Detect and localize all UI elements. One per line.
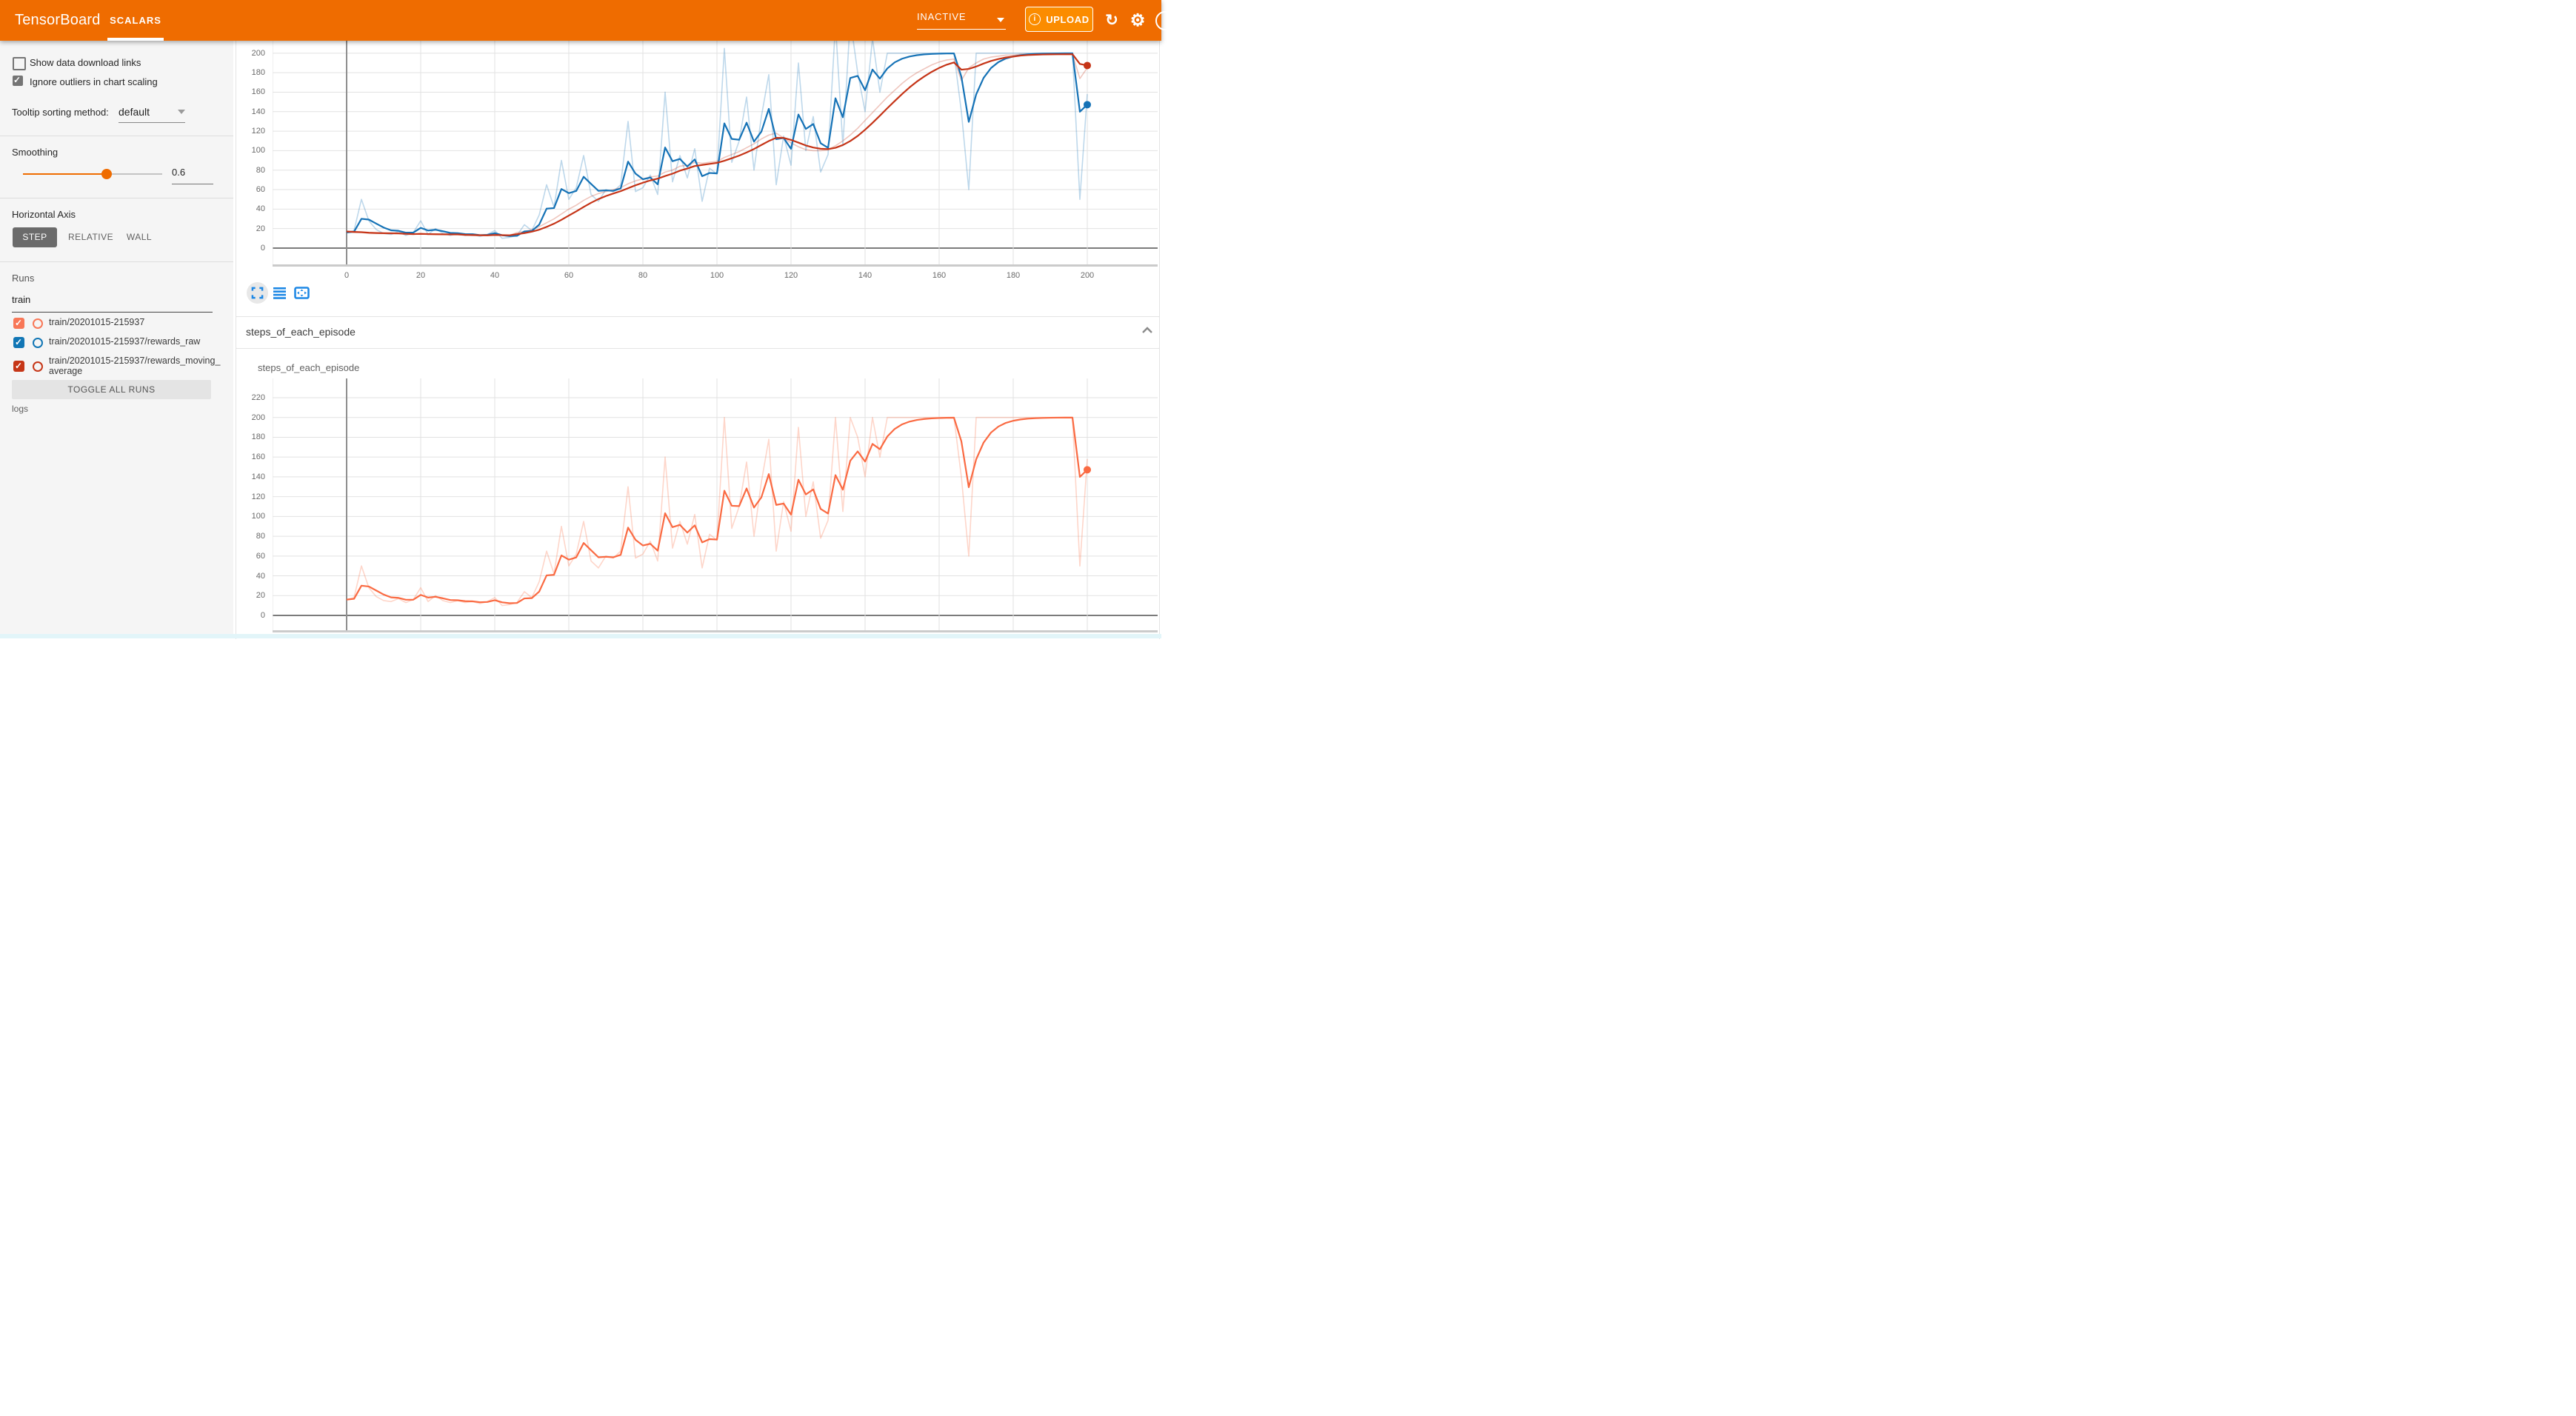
y-tick-label: 60 bbox=[240, 552, 265, 561]
ignore-outliers-checkbox[interactable]: ✓ bbox=[13, 76, 23, 86]
y-tick-label: 80 bbox=[240, 532, 265, 541]
axis-relative-button[interactable]: RELATIVE bbox=[68, 227, 108, 247]
smoothing-slider-thumb[interactable] bbox=[101, 169, 112, 179]
x-tick-label: 160 bbox=[932, 271, 946, 280]
run-checkbox[interactable]: ✓ bbox=[13, 361, 24, 372]
x-tick-label: 180 bbox=[1007, 271, 1020, 280]
chart-title: steps_of_each_episode bbox=[258, 362, 359, 373]
y-tick-label: 100 bbox=[240, 146, 265, 155]
ignore-outliers-label: Ignore outliers in chart scaling bbox=[30, 76, 158, 87]
y-tick-label: 180 bbox=[240, 68, 265, 77]
check-icon: ✓ bbox=[15, 318, 22, 328]
steps-chart-plot[interactable] bbox=[273, 378, 1158, 632]
upload-button[interactable]: i UPLOAD bbox=[1025, 7, 1093, 32]
y-tick-label: 20 bbox=[240, 591, 265, 600]
log-scale-icon[interactable] bbox=[273, 287, 286, 299]
y-tick-label: 160 bbox=[240, 452, 265, 461]
horizontal-scrollbar[interactable] bbox=[0, 634, 1161, 638]
show-download-links-label: Show data download links bbox=[30, 57, 141, 68]
x-tick-label: 200 bbox=[1081, 271, 1094, 280]
run-label: train/20201015-215937/rewards_moving_ave… bbox=[49, 356, 221, 376]
run-row: ✓ train/20201015-215937 bbox=[12, 317, 227, 332]
chevron-down-icon bbox=[178, 110, 185, 114]
status-dropdown-value: INACTIVE bbox=[917, 11, 966, 22]
y-tick-label: 40 bbox=[240, 204, 265, 213]
axis-wall-button[interactable]: WALL bbox=[124, 227, 154, 247]
chevron-down-icon bbox=[997, 18, 1004, 22]
tab-active-indicator bbox=[107, 38, 164, 41]
y-tick-label: 100 bbox=[240, 512, 265, 521]
y-tick-label: 0 bbox=[240, 244, 265, 253]
show-download-links-checkbox[interactable] bbox=[13, 57, 26, 70]
smoothing-value-input[interactable]: 0.6 bbox=[172, 167, 213, 184]
x-tick-label: 60 bbox=[564, 271, 573, 280]
check-icon: ✓ bbox=[15, 337, 22, 347]
y-tick-label: 120 bbox=[240, 127, 265, 136]
run-label: train/20201015-215937 bbox=[49, 318, 221, 328]
y-tick-label: 80 bbox=[240, 166, 265, 175]
run-color-ring bbox=[33, 338, 43, 348]
y-tick-label: 40 bbox=[240, 572, 265, 581]
x-tick-label: 100 bbox=[710, 271, 724, 280]
y-tick-label: 180 bbox=[240, 433, 265, 441]
chevron-up-icon[interactable] bbox=[1141, 327, 1153, 334]
tooltip-sorting-dropdown[interactable]: default bbox=[119, 106, 185, 123]
divider bbox=[0, 261, 233, 262]
runs-filter-input[interactable]: train bbox=[12, 294, 213, 313]
y-tick-label: 200 bbox=[240, 413, 265, 422]
x-tick-label: 120 bbox=[784, 271, 798, 280]
x-tick-label: 40 bbox=[490, 271, 499, 280]
settings-gear-icon[interactable]: ⚙ bbox=[1127, 0, 1149, 41]
info-icon: i bbox=[1029, 13, 1041, 25]
y-tick-label: 220 bbox=[240, 393, 265, 402]
refresh-icon[interactable]: ↻ bbox=[1101, 0, 1123, 41]
tab-scalars[interactable]: SCALARS bbox=[107, 0, 164, 41]
y-tick-label: 20 bbox=[240, 224, 265, 233]
y-tick-label: 120 bbox=[240, 492, 265, 501]
y-tick-label: 160 bbox=[240, 87, 265, 96]
axis-step-button[interactable]: STEP bbox=[13, 227, 57, 247]
y-tick-label: 140 bbox=[240, 107, 265, 116]
help-icon[interactable] bbox=[1155, 11, 1175, 30]
chart-toolbar bbox=[247, 282, 336, 304]
y-tick-label: 0 bbox=[240, 611, 265, 620]
run-label: train/20201015-215937/rewards_raw bbox=[49, 337, 221, 347]
app-header: TensorBoard SCALARS INACTIVE i UPLOAD ↻ … bbox=[0, 0, 1161, 41]
horizontal-axis-label: Horizontal Axis bbox=[12, 209, 76, 220]
section-title: steps_of_each_episode bbox=[246, 326, 356, 338]
y-tick-label: 200 bbox=[240, 49, 265, 58]
check-icon: ✓ bbox=[15, 361, 22, 371]
check-icon: ✓ bbox=[13, 75, 21, 85]
y-tick-label: 60 bbox=[240, 185, 265, 194]
run-row: ✓ train/20201015-215937/rewards_raw bbox=[12, 336, 227, 351]
run-color-ring bbox=[33, 361, 43, 372]
smoothing-slider[interactable] bbox=[23, 173, 162, 175]
fit-domain-icon[interactable] bbox=[294, 287, 310, 299]
y-tick-label: 140 bbox=[240, 472, 265, 481]
upload-button-label: UPLOAD bbox=[1046, 14, 1090, 25]
app-title: TensorBoard bbox=[15, 12, 101, 29]
run-row: ✓ train/20201015-215937/rewards_moving_a… bbox=[12, 355, 227, 380]
run-checkbox[interactable]: ✓ bbox=[13, 337, 24, 348]
rewards-chart-plot[interactable] bbox=[273, 41, 1158, 266]
status-dropdown[interactable]: INACTIVE bbox=[917, 11, 1006, 30]
x-tick-label: 80 bbox=[638, 271, 647, 280]
x-tick-label: 140 bbox=[858, 271, 872, 280]
run-checkbox[interactable]: ✓ bbox=[13, 318, 24, 329]
runs-label: Runs bbox=[12, 273, 34, 284]
tooltip-sorting-value: default bbox=[119, 106, 150, 118]
x-tick-label: 20 bbox=[416, 271, 425, 280]
x-tick-label: 0 bbox=[344, 271, 349, 280]
section-header-steps-of-each-episode[interactable]: steps_of_each_episode bbox=[236, 316, 1160, 349]
run-color-ring bbox=[33, 318, 43, 329]
logs-label: logs bbox=[12, 404, 28, 414]
expand-chart-icon[interactable] bbox=[247, 282, 268, 304]
tooltip-sorting-label: Tooltip sorting method: bbox=[12, 107, 109, 118]
toggle-all-runs-button[interactable]: TOGGLE ALL RUNS bbox=[12, 380, 211, 399]
smoothing-label: Smoothing bbox=[12, 147, 58, 158]
smoothing-slider-fill bbox=[23, 173, 107, 175]
settings-sidebar: Show data download links ✓ Ignore outlie… bbox=[0, 41, 233, 634]
